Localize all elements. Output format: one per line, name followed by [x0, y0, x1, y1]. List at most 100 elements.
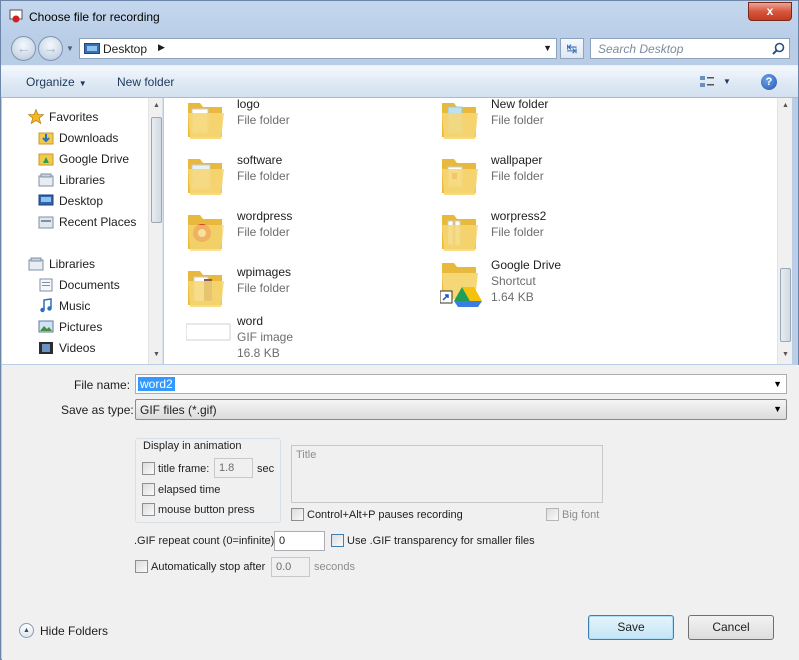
save-type-label: Save as type: [61, 403, 134, 417]
chevron-up-icon: ▲ [19, 623, 34, 638]
title-frame-unit: sec [257, 463, 275, 475]
file-name: logo [237, 98, 260, 111]
folder-icon [442, 159, 478, 195]
gif-transparency-checkbox[interactable] [331, 534, 344, 547]
file-dialog: Choose file for recording x ← → ▼ Deskto… [0, 0, 799, 660]
file-size: 16.8 KB [237, 346, 280, 360]
help-icon[interactable]: ? [761, 74, 777, 90]
libraries-icon [38, 173, 54, 187]
file-name: software [237, 153, 283, 167]
sidebar-item-label: Music [59, 299, 91, 313]
sidebar-item-label: Favorites [49, 110, 99, 124]
save-type-select[interactable]: GIF files (*.gif) ▼ [135, 399, 787, 420]
sidebar-item-label: Google Drive [59, 152, 130, 166]
file-list: logo File folder New folder File folder … [164, 98, 791, 364]
group-title: Display in animation [141, 440, 244, 452]
list-item[interactable]: Google Drive Shortcut 1.64 KB [440, 257, 670, 317]
file-list-scrollbar[interactable]: ▲ ▼ [777, 98, 792, 364]
scroll-down-arrow-icon[interactable]: ▼ [149, 347, 162, 363]
forward-button[interactable]: → [38, 36, 63, 61]
scroll-up-arrow-icon[interactable]: ▲ [149, 98, 162, 114]
google-drive-folder-icon [38, 153, 54, 166]
file-name: wallpaper [491, 153, 543, 167]
refresh-button[interactable]: ↹ [560, 38, 584, 59]
file-type: File folder [491, 113, 544, 127]
title-frame-checkbox[interactable] [142, 462, 155, 475]
change-view-icon[interactable] [699, 75, 715, 89]
folder-icon [188, 271, 224, 307]
mouse-press-checkbox[interactable] [142, 503, 155, 516]
scroll-up-arrow-icon[interactable]: ▲ [778, 98, 793, 114]
cancel-button[interactable]: Cancel [688, 615, 774, 640]
arrow-left-icon: ← [16, 40, 31, 56]
nav-scrollbar[interactable]: ▲ ▼ [148, 98, 162, 364]
organize-label: Organize [26, 75, 75, 89]
breadcrumb-arrow-icon[interactable]: ▶ [158, 42, 165, 53]
google-drive-shortcut-icon [440, 263, 482, 307]
list-item[interactable]: logo File folder [186, 98, 416, 149]
refresh-icon: ↹ [566, 41, 578, 56]
list-item[interactable]: New folder File folder [440, 98, 670, 149]
scrollbar-thumb[interactable] [151, 117, 162, 223]
file-name-field[interactable]: word2 ▼ [135, 374, 787, 394]
title-frame-seconds-input[interactable]: 1.8 [214, 458, 253, 478]
list-item[interactable]: worpress2 File folder [440, 209, 670, 261]
search-icon[interactable] [772, 42, 785, 55]
file-name-value[interactable]: word2 [138, 377, 175, 391]
list-item[interactable]: wallpaper File folder [440, 153, 670, 205]
sidebar-item-label: Documents [59, 278, 120, 292]
list-item[interactable]: wordpress File folder [186, 209, 416, 261]
chevron-down-icon: ▼ [78, 79, 87, 88]
toolbar: Organize ▼ New folder ▼ ? [1, 65, 798, 98]
chevron-down-icon[interactable]: ▼ [773, 404, 782, 414]
scroll-down-arrow-icon[interactable]: ▼ [778, 347, 793, 363]
desktop-icon [38, 194, 54, 206]
gif-transparency-label: Use .GIF transparency for smaller files [347, 535, 535, 547]
chevron-down-icon[interactable]: ▼ [773, 379, 782, 389]
sidebar-item-label: Desktop [59, 194, 104, 208]
sidebar-item-label: Libraries [59, 173, 106, 187]
app-record-icon [9, 9, 23, 23]
address-dropdown-icon[interactable]: ▼ [543, 43, 552, 53]
close-button[interactable]: x [748, 2, 792, 21]
pictures-icon [38, 320, 54, 333]
file-type: GIF image [237, 330, 294, 344]
file-name: Google Drive [491, 258, 562, 272]
elapsed-time-checkbox[interactable] [142, 483, 155, 496]
scrollbar-thumb[interactable] [780, 268, 791, 342]
arrow-right-icon: → [43, 40, 58, 56]
save-button[interactable]: Save [588, 615, 674, 640]
recent-locations-dropdown[interactable]: ▼ [66, 44, 74, 53]
file-type: File folder [237, 113, 290, 127]
back-button[interactable]: ← [11, 36, 36, 61]
hide-folders-label: Hide Folders [40, 624, 109, 638]
mouse-press-label: mouse button press [158, 504, 255, 516]
title-frame-label: title frame: [158, 463, 210, 475]
gif-repeat-input[interactable]: 0 [274, 531, 325, 551]
address-bar[interactable]: Desktop ▶ ▼ [79, 38, 557, 59]
file-type: File folder [491, 225, 544, 239]
sidebar-item-label: Recent Places [59, 215, 137, 229]
title-textarea[interactable]: Title [291, 445, 603, 503]
address-location[interactable]: Desktop [103, 42, 147, 56]
list-item[interactable]: word GIF image 16.8 KB [186, 314, 416, 364]
file-type: File folder [491, 169, 544, 183]
pause-hotkey-checkbox[interactable] [291, 508, 304, 521]
sidebar-item-label: Libraries [49, 257, 96, 271]
music-icon [40, 298, 52, 313]
search-input[interactable]: Search Desktop [590, 38, 790, 59]
auto-stop-input[interactable]: 0.0 [271, 557, 310, 577]
auto-stop-checkbox[interactable] [135, 560, 148, 573]
file-type: File folder [237, 281, 290, 295]
file-type: Shortcut [491, 274, 536, 288]
list-item[interactable]: wpimages File folder [186, 265, 416, 317]
gif-repeat-label: .GIF repeat count (0=infinite): [134, 535, 278, 547]
desktop-icon [84, 43, 100, 54]
organize-button[interactable]: Organize ▼ [26, 75, 87, 89]
new-folder-button[interactable]: New folder [117, 75, 174, 89]
view-options-dropdown[interactable]: ▼ [723, 77, 731, 86]
big-font-checkbox[interactable] [546, 508, 559, 521]
list-item[interactable]: software File folder [186, 153, 416, 205]
navigation-pane: Favorites Downloads Google Drive Librari… [2, 98, 163, 364]
file-type: File folder [237, 169, 290, 183]
